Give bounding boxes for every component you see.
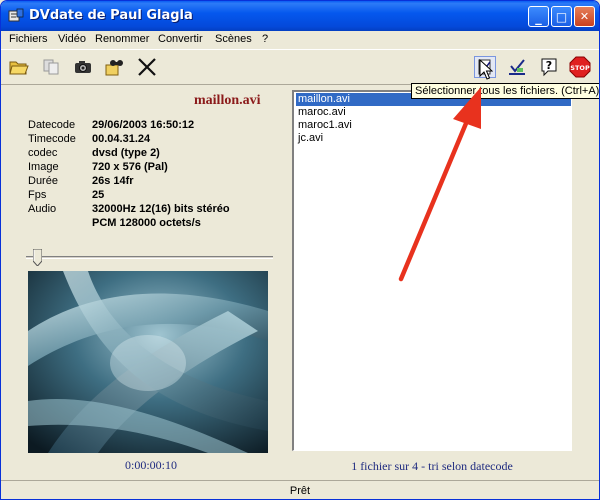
menu-convertir[interactable]: Convertir <box>158 33 203 45</box>
toolbar: ? STOP <box>1 49 599 85</box>
menu-bar: Fichiers Vidéo Renommer Convertir Scènes… <box>1 31 599 49</box>
camera-button[interactable] <box>72 56 94 78</box>
check-button[interactable] <box>506 56 528 78</box>
info-value: dvsd (type 2) <box>92 147 160 159</box>
help-button[interactable]: ? <box>538 56 560 78</box>
maximize-button[interactable]: □ <box>551 6 572 27</box>
camera-icon <box>75 61 91 73</box>
stop-icon-label: STOP <box>570 64 590 72</box>
menu-renommer[interactable]: Renommer <box>95 33 149 45</box>
delete-x-icon <box>138 58 156 76</box>
menu-scenes[interactable]: Scènes <box>215 33 252 45</box>
file-list-item[interactable]: maroc1.avi <box>296 119 354 132</box>
open-button[interactable] <box>8 56 30 78</box>
tooltip: Sélectionner tous les fichiers. (Ctrl+A) <box>411 83 599 99</box>
minimize-icon: _ <box>535 11 542 26</box>
stop-button[interactable]: STOP <box>569 56 591 78</box>
info-value: PCM 128000 octets/s <box>92 217 201 229</box>
svg-text:?: ? <box>546 59 552 72</box>
current-file-title: maillon.avi <box>194 93 261 108</box>
info-label: Datecode <box>28 119 76 131</box>
window-title: DVdate de Paul Glagla <box>29 8 193 23</box>
menu-video[interactable]: Vidéo <box>58 33 86 45</box>
close-icon: ✕ <box>579 10 590 23</box>
info-value: 00.04.31.24 <box>92 133 151 145</box>
file-list-item[interactable]: jc.avi <box>296 132 325 145</box>
menu-help[interactable]: ? <box>262 33 268 45</box>
info-value: 29/06/2003 16:50:12 <box>92 119 195 131</box>
info-label: Image <box>28 161 59 173</box>
info-label: Timecode <box>28 133 76 145</box>
copy-icon <box>43 59 59 75</box>
delete-button[interactable] <box>136 56 158 78</box>
title-bar[interactable]: DVdate de Paul Glagla _ □ ✕ <box>1 1 599 31</box>
app-icon <box>8 8 24 22</box>
close-button[interactable]: ✕ <box>574 6 595 27</box>
file-list-item[interactable]: maroc.avi <box>296 106 348 119</box>
open-folder-icon <box>9 61 29 75</box>
maximize-icon: □ <box>555 9 568 24</box>
app-window: DVdate de Paul Glagla _ □ ✕ Fichiers Vid… <box>0 0 600 500</box>
minimize-button[interactable]: _ <box>528 6 549 27</box>
info-value: 26s 14fr <box>92 175 134 187</box>
info-value: 25 <box>92 189 105 201</box>
help-icon: ? <box>541 58 557 77</box>
mouse-cursor-icon <box>479 59 493 80</box>
status-bar: Prêt <box>1 480 599 499</box>
info-label: Fps <box>28 189 47 201</box>
menu-fichiers[interactable]: Fichiers <box>9 33 48 45</box>
find-button[interactable] <box>104 56 126 78</box>
copy-button[interactable] <box>40 56 62 78</box>
info-label: Audio <box>28 203 57 215</box>
file-list-summary: 1 fichier sur 4 - tri selon datecode <box>351 459 513 473</box>
video-preview <box>28 271 268 453</box>
info-value: 720 x 576 (Pal) <box>92 161 168 173</box>
info-label: Durée <box>28 175 58 187</box>
position-slider-thumb[interactable] <box>33 249 42 266</box>
find-icon <box>105 60 123 76</box>
stop-icon: STOP <box>569 56 591 78</box>
info-value: 32000Hz 12(16) bits stéréo <box>92 203 230 215</box>
file-list[interactable]: maillon.avi maroc.avi maroc1.avi jc.avi <box>292 90 572 451</box>
playback-timecode: 0:00:00:10 <box>124 458 177 472</box>
position-slider-track[interactable] <box>26 256 273 259</box>
video-frame-image <box>28 271 268 453</box>
check-chart-icon <box>509 59 525 75</box>
status-text: Prêt <box>289 485 311 497</box>
info-label: codec <box>28 147 58 159</box>
